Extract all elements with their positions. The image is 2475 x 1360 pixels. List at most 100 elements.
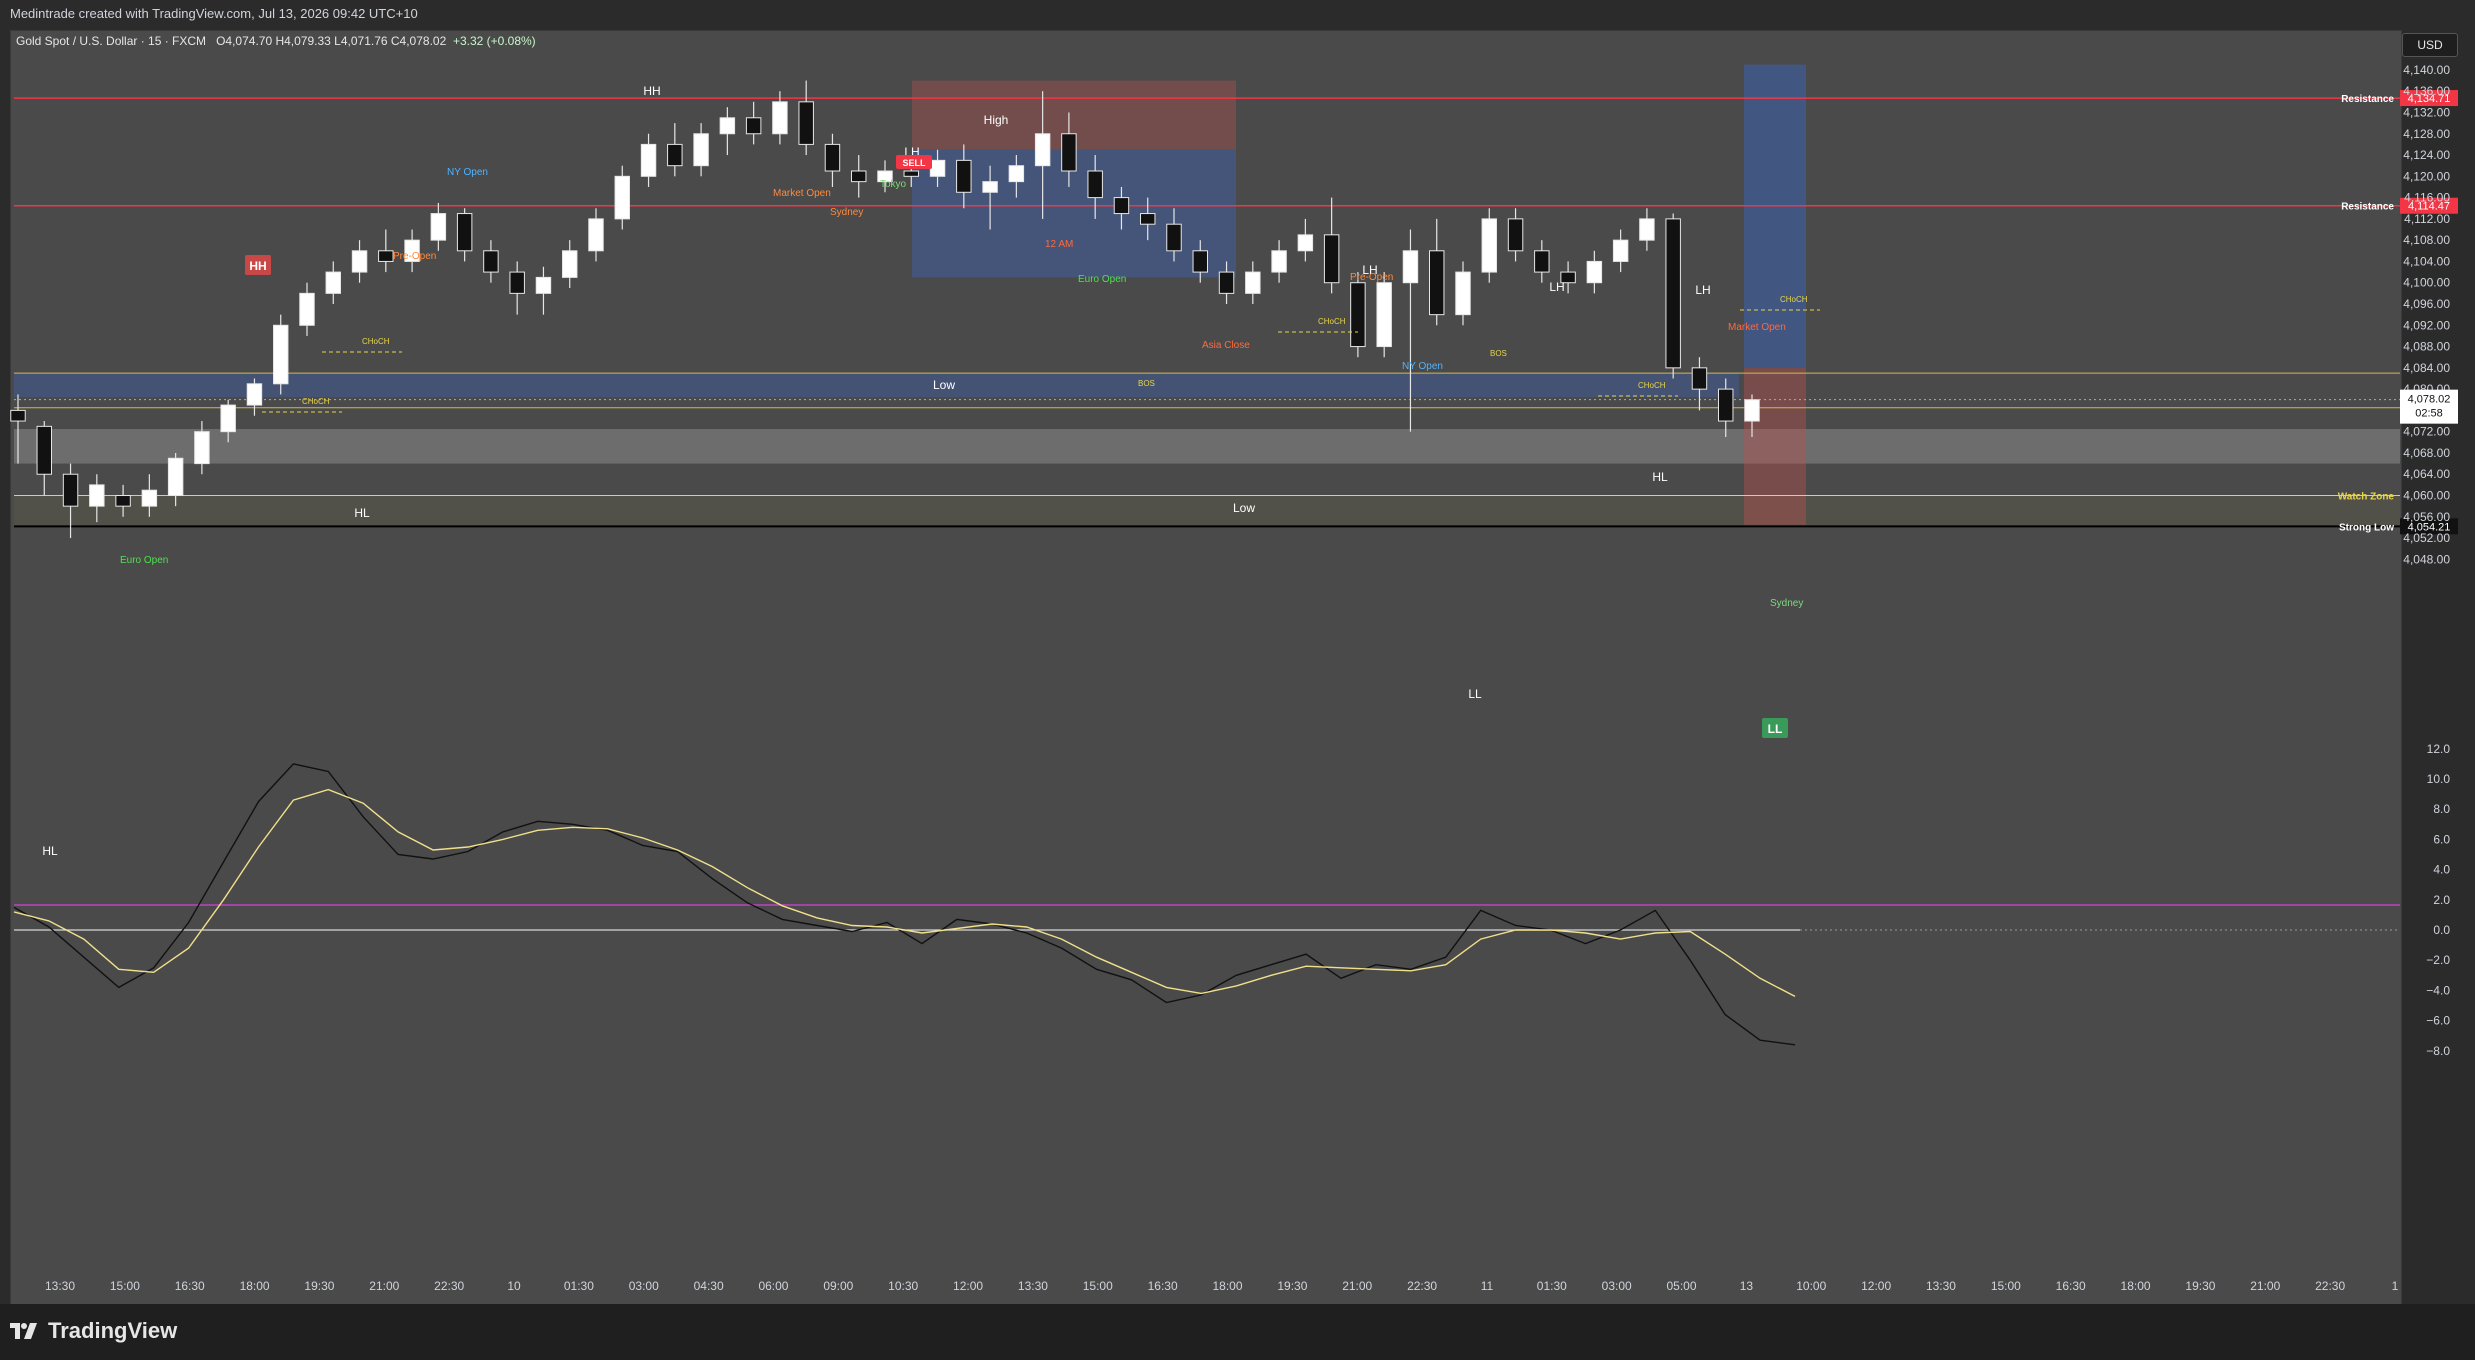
candle-body — [1245, 271, 1261, 294]
osc-tick: −4.0 — [2426, 983, 2450, 997]
candle-body — [194, 431, 210, 465]
price-change: +3.32 (+0.08%) — [452, 34, 536, 48]
structure-label-12: LL — [1468, 687, 1482, 701]
candle-body — [10, 409, 26, 422]
tradingview-logo-icon — [10, 1323, 37, 1339]
price-tick: 4,140.00 — [2403, 63, 2450, 77]
candle-body — [1481, 218, 1497, 273]
candle-body — [509, 271, 525, 294]
price-tick: 4,104.00 — [2403, 254, 2450, 268]
candle-body — [89, 484, 105, 507]
candle-body — [719, 117, 736, 135]
price-tick: 4,072.00 — [2403, 425, 2450, 439]
candle-body — [115, 495, 131, 507]
tradingview-brand[interactable]: TradingView — [10, 1318, 177, 1344]
session-label-8: NY Open — [1402, 361, 1443, 372]
symbol-name: Gold Spot / U.S. Dollar · 15 · FXCM — [16, 34, 207, 48]
candle-body — [956, 159, 972, 193]
price-tick: 4,112.00 — [2404, 212, 2450, 226]
candle-body — [1140, 213, 1156, 225]
candle-body — [903, 170, 919, 177]
sell-label: SELL — [902, 158, 926, 168]
candle-body — [1691, 367, 1708, 390]
candle-body — [167, 457, 184, 497]
time-tick: 15:00 — [110, 1279, 140, 1293]
time-tick: 11 — [1481, 1279, 1494, 1293]
candle-body — [667, 143, 683, 167]
candle-body — [982, 181, 998, 193]
structure-label-3: HL — [354, 506, 370, 520]
structure-label-0: HH — [643, 84, 660, 98]
time-tick: 21:00 — [1342, 1279, 1372, 1293]
time-tick: 15:00 — [1991, 1279, 2021, 1293]
structure-label-5: High — [984, 113, 1009, 127]
time-tick: 13 — [1740, 1279, 1754, 1293]
candle-body — [1429, 250, 1445, 316]
time-tick: 13:30 — [1926, 1279, 1956, 1293]
candle-body — [1061, 133, 1077, 172]
candle-body — [745, 117, 762, 135]
price-tick: 4,116.00 — [2404, 191, 2450, 205]
price-tick: 4,096.00 — [2403, 297, 2450, 311]
time-tick: 03:00 — [1602, 1279, 1632, 1293]
chart-window: Medintrade created with TradingView.com,… — [0, 0, 2475, 1360]
price-tick: 4,108.00 — [2403, 233, 2450, 247]
time-tick: 1 — [2392, 1279, 2399, 1293]
osc-tick: −8.0 — [2426, 1044, 2450, 1058]
time-tick: 04:30 — [694, 1279, 724, 1293]
time-tick: 10:30 — [888, 1279, 918, 1293]
time-tick: 13:30 — [1018, 1279, 1048, 1293]
candle-body — [1297, 234, 1314, 252]
time-tick: 12:00 — [1861, 1279, 1891, 1293]
level-label-3: Strong Low — [2339, 522, 2394, 533]
time-tick: 09:00 — [823, 1279, 853, 1293]
candle-body — [1323, 234, 1340, 284]
session-label-2: Pre-Open — [393, 251, 436, 262]
candle-body — [588, 218, 604, 252]
structure-label-2: HL — [42, 844, 58, 858]
candle-body — [1586, 260, 1603, 284]
candle-body — [1008, 165, 1025, 183]
osc-tick: 8.0 — [2433, 802, 2450, 816]
time-tick: 16:30 — [1148, 1279, 1178, 1293]
time-tick: 05:00 — [1667, 1279, 1697, 1293]
structure-label-6: Low — [933, 378, 955, 392]
osc-tick: 10.0 — [2427, 772, 2451, 786]
symbol-legend: Gold Spot / U.S. Dollar · 15 · FXCM O4,0… — [16, 34, 536, 48]
time-tick: 22:30 — [434, 1279, 464, 1293]
price-tick: 4,128.00 — [2403, 127, 2450, 141]
candle-body — [62, 473, 79, 507]
candle-body — [614, 175, 630, 220]
candle-body — [1639, 218, 1655, 241]
choch-label-2: CHoCH — [1318, 317, 1346, 326]
session-label-5: Euro Open — [1078, 274, 1126, 285]
structure-label-8: Low — [1233, 501, 1255, 515]
demand-zone-blue — [14, 373, 1739, 398]
chart-svg[interactable]: Resistance 4,134.71Resistance 4,114.47Watc… — [0, 0, 2475, 1360]
candle-body — [273, 324, 289, 385]
time-tick: 18:00 — [2121, 1279, 2151, 1293]
time-tick: 10 — [507, 1279, 521, 1293]
time-tick: 22:30 — [1407, 1279, 1437, 1293]
osc-tick: 12.0 — [2427, 742, 2451, 756]
time-tick: 18:00 — [1212, 1279, 1242, 1293]
candle-body — [798, 101, 814, 145]
session-label-0: Euro Open — [120, 555, 168, 566]
candle-body — [1192, 250, 1208, 273]
position-stop-zone — [1744, 367, 1806, 525]
candle-body — [772, 101, 788, 135]
candle-body — [325, 271, 341, 294]
candle-body — [430, 213, 447, 241]
osc-tick: 4.0 — [2433, 863, 2450, 877]
price-tick: 4,088.00 — [2403, 340, 2450, 354]
time-tick: 13:30 — [45, 1279, 75, 1293]
currency-button[interactable]: USD — [2402, 33, 2458, 57]
ohlc-values: O4,074.70 H4,079.33 L4,071.76 C4,078.02 — [216, 34, 447, 48]
candle-body — [220, 404, 236, 433]
structure-label-1: HH — [249, 259, 266, 273]
candle-body — [378, 250, 394, 262]
candle-body — [1350, 282, 1366, 348]
time-tick: 10:00 — [1796, 1279, 1826, 1293]
candle-body — [1612, 239, 1629, 262]
candle-body — [246, 383, 263, 406]
